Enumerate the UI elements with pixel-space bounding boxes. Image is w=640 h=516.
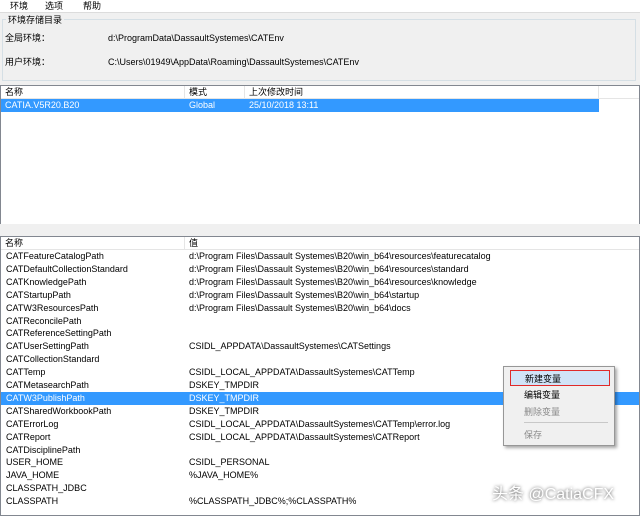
env-name: CATIA.V5R20.B20	[5, 100, 80, 110]
variable-row[interactable]: CATReferenceSettingPath	[1, 327, 639, 340]
variable-value: d:\Program Files\Dassault Systemes\B20\w…	[189, 276, 477, 287]
menu-bar: 环境 选项 帮助	[0, 0, 640, 13]
variable-name: JAVA_HOME	[6, 470, 60, 481]
variable-row[interactable]: CATStartupPath d:\Program Files\Dassault …	[1, 289, 639, 302]
variable-value: d:\Program Files\Dassault Systemes\B20\w…	[189, 289, 420, 300]
variable-name: CATKnowledgePath	[6, 276, 87, 287]
variable-value: CSIDL_APPDATA\DassaultSystemes\CATSettin…	[189, 341, 391, 352]
variable-value: DSKEY_TMPDIR	[189, 392, 260, 403]
variable-name: CATMetasearchPath	[6, 380, 89, 390]
watermark: 头条 @CatiaCFX	[492, 486, 615, 503]
variable-row[interactable]: CATKnowledgePath d:\Program Files\Dassaul…	[1, 276, 639, 289]
column-header-mode[interactable]: 模式	[185, 86, 245, 98]
variable-value: CSIDL_LOCAL_APPDATA\DassaultSystemes\CAT…	[189, 367, 415, 378]
variable-name: CATReport	[6, 431, 51, 442]
column-header-name[interactable]: 名称	[1, 86, 185, 98]
variable-row[interactable]: CATCollectionStandard	[1, 353, 639, 366]
variable-row[interactable]: CATW3ResourcesPath d:\Program Files\Dassa…	[1, 302, 639, 315]
environment-list[interactable]: 名称 模式 上次修改时间 CATIA.V5R20.B20 Global 25/1…	[0, 85, 640, 225]
variable-row[interactable]: CATReconcilePath	[1, 315, 639, 328]
new-variable-item[interactable]: 新建变量	[510, 370, 610, 386]
variable-name: CATCollectionStandard	[6, 354, 100, 365]
variable-name: CATErrorLog	[6, 418, 59, 429]
environment-list-header: 名称 模式 上次修改时间	[1, 86, 639, 99]
context-menu: 新建变量 编辑变量 删除变量 保存	[503, 366, 615, 446]
variable-row[interactable]: USER_HOME CSIDL_PERSONAL	[1, 456, 639, 469]
environment-row[interactable]: CATIA.V5R20.B20 Global 25/10/2018 13:11	[1, 99, 599, 112]
variable-name: CATTemp	[6, 367, 46, 378]
column-header-value[interactable]: 值	[185, 237, 639, 249]
env-modified: 25/10/2018 13:11	[249, 100, 319, 110]
variable-name: CATDisciplinePath	[6, 444, 81, 455]
variable-name: CATSharedWorkbookPath	[6, 405, 112, 416]
edit-variable-item[interactable]: 编辑变量	[510, 387, 610, 403]
variable-name: CATW3PublishPath	[6, 392, 85, 403]
env-directory-group	[2, 19, 636, 81]
user-env-path: C:\Users\01949\AppData\Roaming\DassaultS…	[108, 57, 359, 67]
env-directory-title: 环境存储目录	[6, 14, 65, 26]
variable-name: CATDefaultCollectionStandard	[6, 263, 128, 274]
variable-name: CATFeatureCatalogPath	[6, 251, 104, 261]
env-mode: Global	[189, 100, 216, 110]
variable-value: %JAVA_HOME%	[189, 470, 259, 481]
variables-list-header: 名称 值	[1, 237, 639, 250]
variable-value: CSIDL_LOCAL_APPDATA\DassaultSystemes\CAT…	[189, 431, 420, 442]
variable-row[interactable]: CATFeatureCatalogPath d:\Program Files\Da…	[1, 250, 639, 263]
menu-options[interactable]: 选项	[41, 0, 67, 12]
global-env-path: d:\ProgramData\DassaultSystemes\CATEnv	[108, 33, 284, 43]
column-header-modified[interactable]: 上次修改时间	[245, 86, 599, 98]
variable-value: d:\Program Files\Dassault Systemes\B20\w…	[189, 251, 491, 261]
variable-value: DSKEY_TMPDIR	[189, 380, 260, 390]
variable-row[interactable]: CATUserSettingPath CSIDL_APPDATA\Dassault…	[1, 340, 639, 353]
variable-value: d:\Program Files\Dassault Systemes\B20\w…	[189, 263, 469, 274]
variable-row[interactable]: CATDefaultCollectionStandard d:\Program F…	[1, 263, 639, 276]
variable-name: CATUserSettingPath	[6, 341, 89, 352]
global-env-label: 全局环境：	[5, 33, 51, 43]
splitter[interactable]	[0, 224, 640, 236]
user-env-label: 用户环境：	[5, 57, 51, 67]
menu-help[interactable]: 帮助	[79, 0, 105, 12]
save-item: 保存	[524, 430, 543, 440]
variable-name: CATStartupPath	[6, 289, 71, 300]
context-menu-separator	[524, 422, 608, 423]
variable-name: USER_HOME	[6, 457, 64, 468]
variable-value: d:\Program Files\Dassault Systemes\B20\w…	[189, 302, 411, 313]
menu-environment[interactable]: 环境	[6, 0, 32, 12]
variable-value: CSIDL_LOCAL_APPDATA\DassaultSystemes\CAT…	[189, 418, 451, 429]
variable-value: %CLASSPATH_JDBC%;%CLASSPATH%	[189, 496, 357, 507]
variable-value: CSIDL_PERSONAL	[189, 457, 270, 468]
variable-name: CLASSPATH_JDBC	[6, 483, 87, 494]
delete-variable-item: 删除变量	[524, 407, 561, 417]
variable-value: DSKEY_TMPDIR	[189, 405, 260, 416]
variable-name: CLASSPATH	[6, 496, 59, 507]
variable-name: CATW3ResourcesPath	[6, 302, 99, 313]
variable-name: CATReconcilePath	[6, 315, 82, 326]
column-header-var-name[interactable]: 名称	[1, 237, 185, 249]
variable-name: CATReferenceSettingPath	[6, 328, 112, 339]
